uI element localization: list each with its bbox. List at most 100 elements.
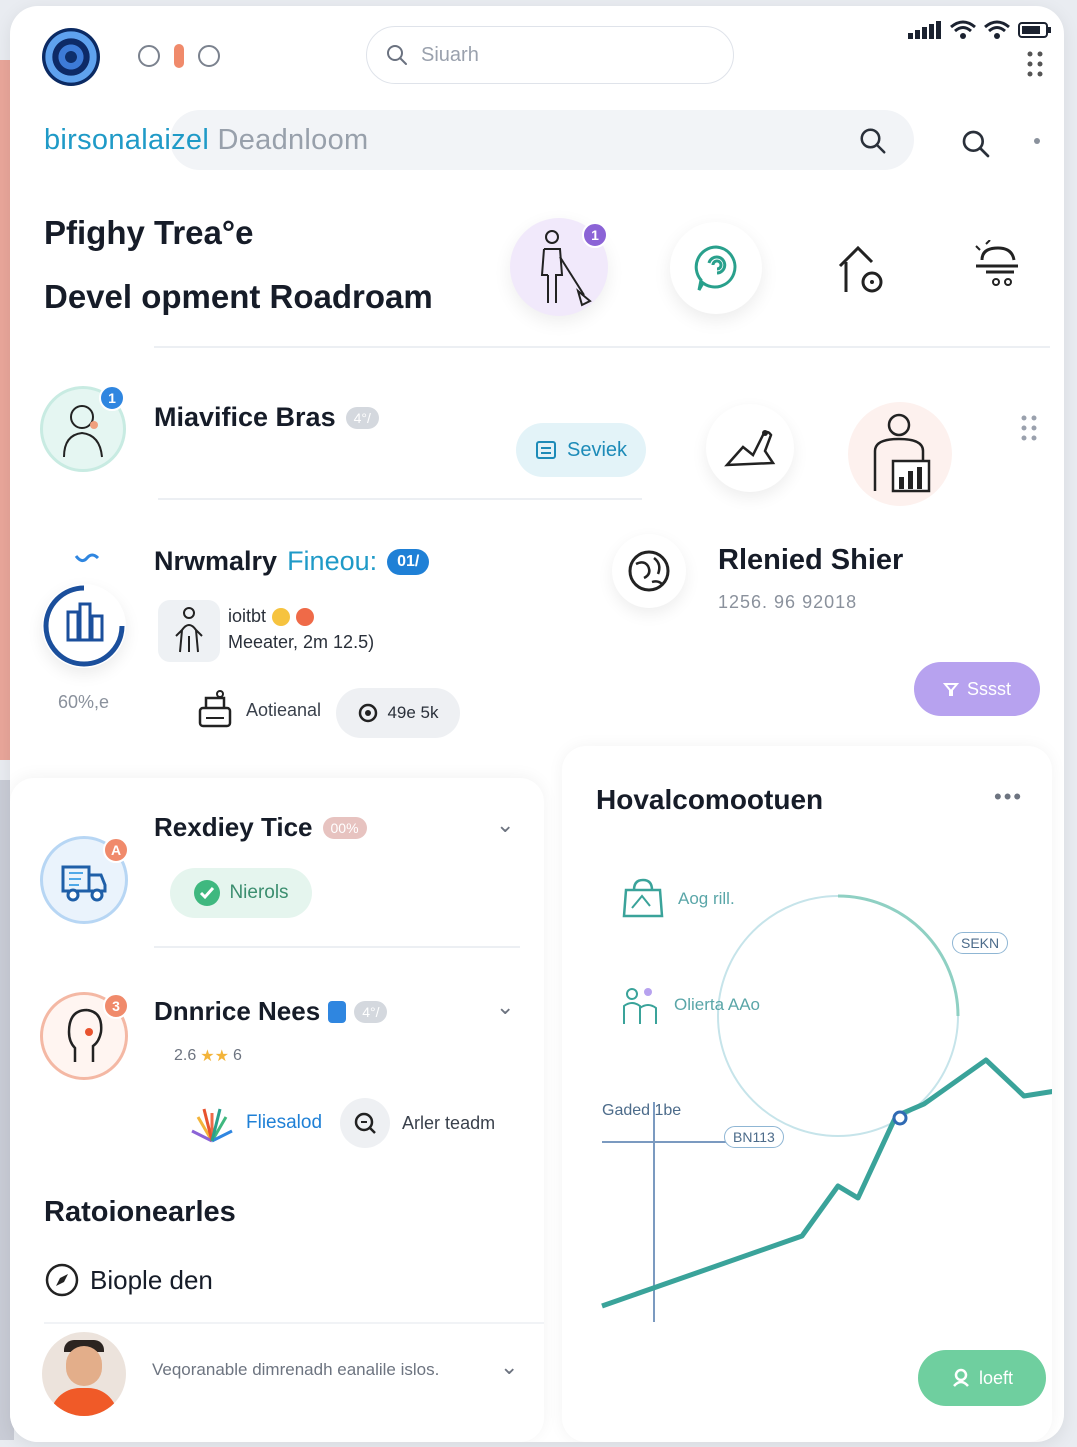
submit-button[interactable]: Sssst [914, 662, 1040, 716]
list-icon [535, 441, 556, 459]
weather-icon [975, 239, 1018, 286]
page-subtitle: Devel opment Roadroam [44, 278, 433, 315]
item1-avatar[interactable]: A [40, 836, 129, 924]
section-divider [154, 346, 1050, 348]
chart-label-2: Olierta AAo [620, 984, 760, 1026]
row2-title: Nrwmalry [154, 546, 278, 576]
hand-action[interactable] [706, 404, 794, 492]
chevron-down-icon[interactable]: ⌄ [496, 812, 514, 838]
search-icon[interactable] [960, 128, 992, 160]
view-button-label: Seviek [566, 438, 628, 461]
people-icon [623, 988, 657, 1024]
notification-badge: A [103, 837, 129, 863]
grid-dots-icon[interactable] [1020, 414, 1038, 442]
row2-pill-label: 49e 5k [387, 703, 439, 722]
hero-action-chat[interactable] [670, 222, 762, 314]
more-icon[interactable]: ••• [994, 784, 1023, 810]
rating-value: 2.6 [174, 1047, 197, 1064]
check-icon [194, 880, 221, 906]
star-icon: ★★ [200, 1048, 229, 1065]
item1-chip: 00% [322, 816, 367, 839]
item1-pill[interactable]: Nierols [170, 868, 312, 918]
item1-title: Rexdiey Tice [154, 812, 313, 842]
window-controls [138, 44, 220, 68]
user-avatar-icon [63, 405, 103, 458]
chart-tag[interactable]: SEKN [952, 932, 1009, 954]
row2-action-label: Aotieanal [246, 699, 322, 720]
row2-sub1: ioitbt [228, 606, 315, 627]
notification-badge: 1 [582, 222, 608, 248]
row2-pill[interactable]: 49e 5k [336, 688, 460, 738]
search-placeholder: Siuarh [421, 43, 479, 66]
section-divider [158, 498, 642, 500]
item2-avatar[interactable]: 3 [40, 992, 129, 1080]
row2-sub-label: ioitbt [228, 606, 267, 626]
profile-photo[interactable] [42, 1332, 126, 1416]
fab-label: loeft [978, 1367, 1014, 1388]
control-pill[interactable] [174, 44, 184, 68]
person-card[interactable] [158, 600, 220, 662]
chevron-down-icon[interactable]: ⌄ [496, 994, 514, 1020]
section-title: Ratoionearles [44, 1196, 236, 1228]
brand-primary: birsonalaizel [44, 124, 210, 156]
avatar[interactable]: 1 [40, 385, 126, 472]
item2-link[interactable]: Fliesalod [246, 1112, 322, 1134]
chart-label-2-text: Olierta AAo [674, 995, 760, 1014]
logo-icon[interactable] [42, 28, 100, 86]
hero-action-home[interactable] [836, 242, 886, 301]
chart-tag[interactable]: BN113 [724, 1126, 784, 1148]
filter-icon [942, 683, 959, 696]
footer-text: Veqoranable dimrenadh eanalile islos. [152, 1360, 440, 1379]
row2-sub-detail: Meeater, 2m 12.5) [228, 632, 375, 652]
item2-heading: Dnnrice Nees 4°/ [154, 996, 388, 1027]
hand-icon [724, 430, 776, 467]
section-divider [44, 1322, 544, 1324]
grid-dots-icon[interactable] [1026, 50, 1044, 78]
search-input[interactable]: Siuarh [366, 26, 734, 84]
control-ring[interactable] [198, 45, 220, 67]
globe-action[interactable] [612, 534, 686, 608]
globe-icon [628, 550, 670, 592]
floating-action-button[interactable]: loeft [918, 1350, 1046, 1406]
home-pin-icon [838, 245, 883, 293]
battery-icon [1018, 22, 1051, 38]
item2-title: Dnnrice Nees [154, 996, 321, 1026]
signal-icon [908, 21, 941, 39]
emoji-icon [272, 607, 291, 626]
section-divider [154, 946, 520, 948]
compass-icon [45, 1263, 79, 1297]
search-icon[interactable] [858, 126, 888, 156]
control-ring[interactable] [138, 45, 160, 67]
search-icon[interactable] [340, 1098, 391, 1148]
progress-ring[interactable] [42, 584, 126, 668]
view-button[interactable]: Seviek [516, 423, 646, 477]
chevron-down-icon[interactable]: ⌄ [500, 1354, 518, 1380]
target-icon [359, 703, 378, 723]
submit-button-label: Sssst [966, 678, 1011, 699]
notification-badge: 3 [103, 993, 129, 1019]
right-title: Rlenied Shier [718, 544, 904, 576]
more-dot[interactable] [1034, 138, 1040, 144]
section-item-label: Biople den [90, 1264, 213, 1295]
row2-title-accent: Fineou: [287, 546, 378, 576]
hero-action-cleaning[interactable]: 1 [510, 218, 608, 316]
item2-link-row: Fliesalod Arler teadm [190, 1098, 495, 1148]
row1-heading: Miavifice Bras 4°/ [154, 402, 379, 433]
building-icon [43, 585, 125, 667]
brand-title: birsonalaizel Deadnloom [44, 124, 368, 157]
right-value: 1256. 96 92018 [718, 592, 858, 612]
brand-secondary: Deadnloom [217, 124, 369, 156]
truck-icon [61, 865, 107, 902]
emoji-icon [296, 607, 315, 626]
hero-action-weather[interactable] [972, 239, 1024, 297]
section-item[interactable]: Biople den [44, 1262, 213, 1298]
user-icon [953, 1368, 969, 1387]
worker-chart-action[interactable] [848, 402, 952, 506]
row1-chip: 4°/ [345, 406, 379, 429]
item2-action[interactable]: Arler teadm [402, 1113, 495, 1134]
status-bar [908, 20, 1052, 40]
worker-chart-icon [873, 413, 931, 493]
chart-label-1: Aog rill. [620, 878, 735, 920]
row2-action[interactable]: Aotieanal [196, 690, 321, 730]
row2-heading: Nrwmalry Fineou: 01/ [154, 546, 430, 577]
